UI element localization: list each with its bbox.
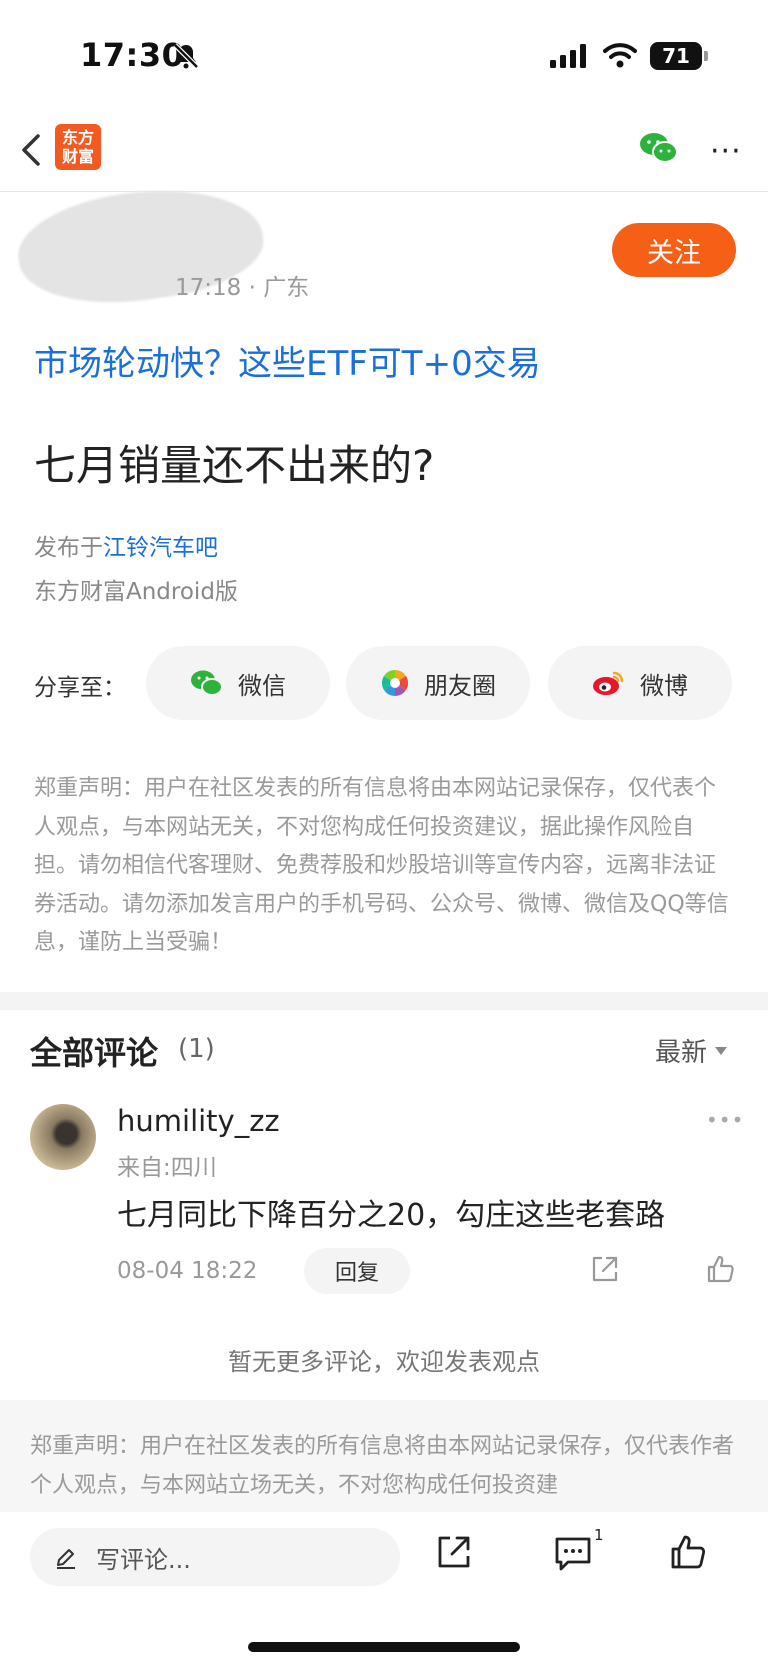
comment-count-badge: 1 [594,1526,604,1544]
sort-dropdown[interactable]: 最新 [655,1032,728,1069]
commenter-avatar[interactable] [30,1104,96,1170]
comment-input[interactable]: 写评论... [30,1528,400,1586]
back-arrow-icon[interactable] [18,130,48,170]
battery-indicator: 71 [650,42,708,70]
like-icon[interactable] [670,1534,708,1570]
status-time: 17:30 [80,36,185,74]
post-meta: 17:18 · 广东 [175,275,310,301]
reply-button[interactable]: 回复 [304,1248,410,1294]
wechat-share-icon[interactable] [638,130,680,166]
share-weibo-button[interactable]: 微博 [548,646,732,720]
top-nav-bar: 东方财富 ··· [0,110,768,192]
moments-icon [381,669,409,697]
post-disclaimer: 郑重声明：用户在社区发表的所有信息将由本网站记录保存，仅代表个人观点，与本网站无… [34,776,729,955]
status-bar: 17:30 71 [0,0,768,110]
share-wechat-label: 微信 [238,671,286,700]
home-indicator [248,1642,520,1652]
weibo-icon [593,671,624,695]
sort-label: 最新 [655,1038,708,1068]
wechat-icon [191,670,223,696]
post-title: 七月销量还不出来的? [34,441,435,490]
commenter-name[interactable]: humility_zz [117,1104,280,1138]
pencil-icon [57,1549,75,1569]
comment-icon[interactable] [554,1536,592,1572]
comment-share-icon[interactable] [590,1254,620,1284]
share-moments-button[interactable]: 朋友圈 [346,646,530,720]
bottom-action-bar: 写评论... 1 [0,1512,768,1667]
footer-disclaimer: 郑重声明：用户在社区发表的所有信息将由本网站记录保存，仅代表作者个人观点，与本网… [0,1400,768,1512]
more-options-icon[interactable]: ··· [710,134,742,169]
share-icon[interactable] [436,1534,472,1570]
share-wechat-button[interactable]: 微信 [146,646,330,720]
comment-input-placeholder: 写评论... [96,1545,191,1574]
post-platform: 东方财富Android版 [34,579,238,605]
bell-off-icon [173,43,199,69]
share-weibo-label: 微博 [640,671,688,700]
app-logo: 东方财富 [55,124,101,170]
caret-down-icon [715,1046,728,1055]
commenter-location: 来自:四川 [117,1155,217,1181]
promo-link[interactable]: 市场轮动快？这些ETF可T+0交易 [34,336,541,385]
follow-button[interactable]: 关注 [612,223,736,277]
comment-more-icon[interactable]: ••• [706,1108,744,1132]
wifi-icon [603,43,637,68]
stock-bar-link[interactable]: 江铃汽车吧 [103,535,218,561]
signal-icon [550,44,586,68]
share-label: 分享至： [34,675,126,701]
comment-like-icon[interactable] [706,1254,736,1284]
section-divider [0,992,768,1010]
comment-text: 七月同比下降百分之20，勾庄这些老套路 [117,1198,666,1233]
published-in: 发布于江铃汽车吧 [34,528,218,562]
comment-time: 08-04 18:22 [117,1258,258,1284]
published-prefix: 发布于 [34,535,103,561]
share-moments-label: 朋友圈 [424,671,496,700]
comments-count: (1) [178,1034,215,1064]
comments-title: 全部评论 [30,1034,159,1072]
no-more-comments: 暂无更多评论，欢迎发表观点 [228,1348,540,1376]
